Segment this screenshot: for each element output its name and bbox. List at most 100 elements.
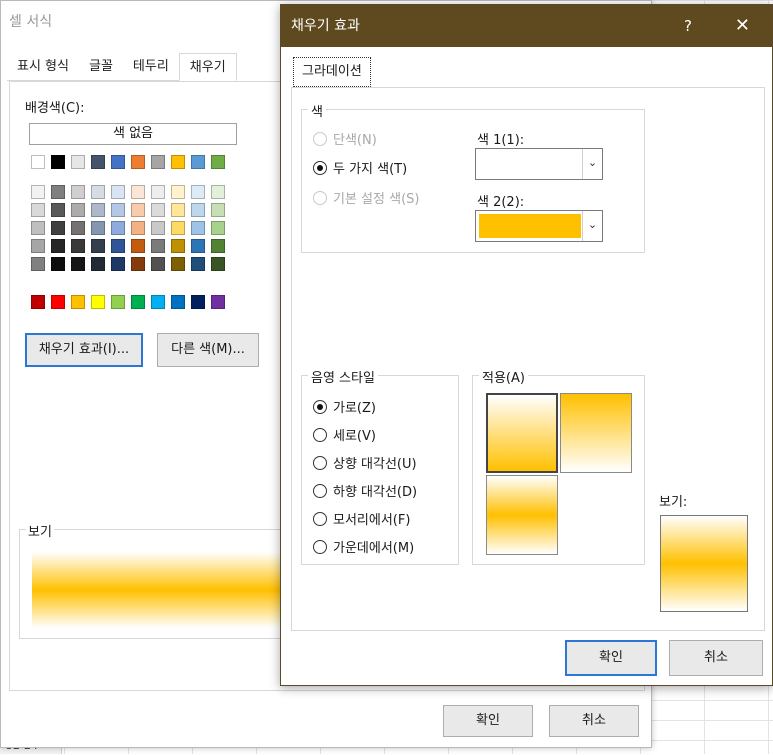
color-swatch[interactable] [111, 257, 125, 271]
radio-two-colors-circle[interactable] [313, 160, 327, 175]
color-swatch[interactable] [131, 221, 145, 235]
color-swatch[interactable] [51, 257, 65, 271]
variant-color-to-white[interactable] [560, 393, 632, 473]
ok-button[interactable]: 확인 [443, 705, 533, 737]
color-swatch[interactable] [131, 203, 145, 217]
radio-horizontal-circle[interactable] [313, 399, 327, 414]
chevron-down-icon[interactable]: ⌄ [582, 211, 602, 241]
color-swatch[interactable] [71, 239, 85, 253]
color-swatch[interactable] [51, 239, 65, 253]
color-swatch[interactable] [71, 203, 85, 217]
color-swatch[interactable] [191, 221, 205, 235]
color-swatch[interactable] [151, 221, 165, 235]
color-swatch[interactable] [71, 155, 85, 169]
color-swatch[interactable] [191, 257, 205, 271]
color-swatch[interactable] [31, 221, 45, 235]
tab-gradient[interactable]: 그라데이션 [293, 57, 371, 87]
color-swatch[interactable] [211, 155, 225, 169]
color-swatch[interactable] [91, 203, 105, 217]
chevron-down-icon[interactable]: ⌄ [582, 149, 602, 179]
color-swatch[interactable] [151, 185, 165, 199]
color-swatch[interactable] [111, 239, 125, 253]
color-swatch[interactable] [111, 221, 125, 235]
fx-cancel-button[interactable]: 취소 [669, 640, 763, 676]
radio-diagonal-up-circle[interactable] [313, 455, 327, 470]
color-swatch[interactable] [171, 257, 185, 271]
color-swatch[interactable] [211, 221, 225, 235]
radio-diagonal-down[interactable]: 하향 대각선(D) [313, 481, 417, 500]
color-swatch[interactable] [191, 185, 205, 199]
color-swatch[interactable] [131, 239, 145, 253]
color-swatch[interactable] [31, 203, 45, 217]
color-swatch[interactable] [171, 155, 185, 169]
color-swatch[interactable] [171, 239, 185, 253]
color-swatch[interactable] [171, 185, 185, 199]
radio-preset-colors[interactable]: 기본 설정 색(S) [313, 188, 419, 207]
color-swatch[interactable] [91, 221, 105, 235]
color-swatch[interactable] [151, 155, 165, 169]
color-swatch[interactable] [131, 185, 145, 199]
color-swatch[interactable] [171, 203, 185, 217]
color-swatch[interactable] [111, 155, 125, 169]
radio-vertical[interactable]: 세로(V) [313, 425, 376, 444]
color-swatch[interactable] [91, 239, 105, 253]
color-swatch[interactable] [151, 239, 165, 253]
color-swatch[interactable] [51, 295, 65, 309]
radio-diagonal-down-circle[interactable] [313, 483, 327, 498]
color-swatch[interactable] [211, 239, 225, 253]
variant-center-band[interactable] [486, 475, 558, 555]
cancel-button[interactable]: 취소 [549, 705, 639, 737]
no-color-button[interactable]: 색 없음 [29, 123, 237, 145]
tab-fill[interactable]: 채우기 [178, 53, 237, 81]
color-swatch[interactable] [51, 221, 65, 235]
color-swatch[interactable] [151, 295, 165, 309]
color-swatch[interactable] [71, 257, 85, 271]
color-swatch[interactable] [211, 185, 225, 199]
radio-from-center[interactable]: 가운데에서(M) [313, 537, 414, 556]
color-swatch[interactable] [31, 185, 45, 199]
color-swatch[interactable] [111, 185, 125, 199]
radio-preset-colors-circle[interactable] [313, 190, 327, 205]
color-swatch[interactable] [71, 295, 85, 309]
color-swatch[interactable] [91, 257, 105, 271]
color-swatch[interactable] [31, 239, 45, 253]
color-swatch[interactable] [31, 155, 45, 169]
color1-dropdown[interactable]: ⌄ [475, 148, 603, 180]
radio-horizontal[interactable]: 가로(Z) [313, 397, 376, 416]
color-swatch[interactable] [191, 155, 205, 169]
color-swatch[interactable] [211, 257, 225, 271]
help-icon[interactable]: ? [684, 5, 692, 47]
color-swatch[interactable] [171, 221, 185, 235]
color-swatch[interactable] [191, 295, 205, 309]
fx-ok-button[interactable]: 확인 [565, 640, 657, 676]
radio-diagonal-up[interactable]: 상향 대각선(U) [313, 453, 417, 472]
color-swatch[interactable] [91, 155, 105, 169]
close-icon[interactable]: ✕ [735, 5, 750, 47]
color-swatch[interactable] [31, 295, 45, 309]
tab-border[interactable]: 테두리 [122, 53, 179, 81]
fill-effects-button[interactable]: 채우기 효과(I)... [25, 333, 143, 367]
color-swatch[interactable] [51, 185, 65, 199]
radio-from-corner-circle[interactable] [313, 511, 327, 526]
color-swatch[interactable] [91, 295, 105, 309]
color-swatch[interactable] [111, 203, 125, 217]
color2-dropdown[interactable]: ⌄ [475, 210, 603, 242]
radio-one-color-circle[interactable] [313, 131, 327, 146]
radio-from-corner[interactable]: 모서리에서(F) [313, 509, 410, 528]
radio-two-colors[interactable]: 두 가지 색(T) [313, 158, 407, 177]
color-swatch[interactable] [191, 239, 205, 253]
radio-vertical-circle[interactable] [313, 427, 327, 442]
color-swatch[interactable] [191, 203, 205, 217]
variant-white-to-color[interactable] [486, 393, 558, 473]
more-colors-button[interactable]: 다른 색(M)... [157, 333, 259, 367]
color-swatch[interactable] [111, 295, 125, 309]
color-swatch[interactable] [131, 155, 145, 169]
color-swatch[interactable] [91, 185, 105, 199]
color-swatch[interactable] [51, 203, 65, 217]
radio-one-color[interactable]: 단색(N) [313, 129, 377, 148]
color-swatch[interactable] [71, 221, 85, 235]
color-swatch[interactable] [171, 295, 185, 309]
color-swatch[interactable] [151, 257, 165, 271]
color-swatch[interactable] [131, 295, 145, 309]
color-swatch[interactable] [31, 257, 45, 271]
